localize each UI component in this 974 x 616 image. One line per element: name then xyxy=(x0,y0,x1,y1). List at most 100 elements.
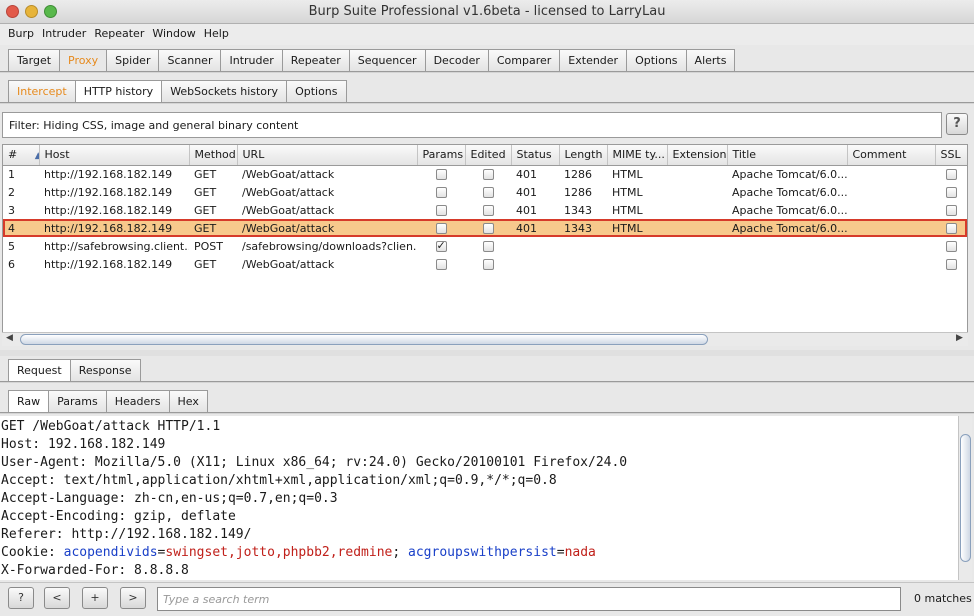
search-add-button[interactable]: + xyxy=(82,587,108,609)
menu-help[interactable]: Help xyxy=(200,24,233,45)
cell-status xyxy=(511,255,559,273)
checkbox[interactable] xyxy=(435,259,447,270)
col-extension[interactable]: Extension xyxy=(667,145,728,166)
col-status[interactable]: Status xyxy=(511,145,560,166)
col-comment[interactable]: Comment xyxy=(847,145,936,166)
tab-extender[interactable]: Extender xyxy=(559,49,628,72)
vertical-scrollbar[interactable] xyxy=(958,416,972,580)
checkbox[interactable] xyxy=(945,259,957,270)
cell-number: 5 xyxy=(8,239,15,253)
menu-intruder[interactable]: Intruder xyxy=(38,24,90,45)
tab-response[interactable]: Response xyxy=(69,359,141,382)
checkbox[interactable] xyxy=(435,205,447,216)
tab-sequencer[interactable]: Sequencer xyxy=(348,49,426,72)
horizontal-scroll-thumb[interactable] xyxy=(20,334,708,345)
checkbox[interactable] xyxy=(945,169,957,181)
checkbox[interactable] xyxy=(435,187,447,198)
col-url[interactable]: URL xyxy=(237,145,418,166)
tab-target[interactable]: Target xyxy=(8,49,61,72)
checkbox[interactable] xyxy=(482,241,494,252)
cookie-name: acgroupswithpersist xyxy=(408,545,557,560)
checkbox[interactable] xyxy=(482,223,494,234)
menu-bar: Burp Intruder Repeater Window Help xyxy=(0,24,974,45)
col-title[interactable]: Title xyxy=(727,145,848,166)
checkbox[interactable] xyxy=(945,241,957,252)
cell-status xyxy=(511,237,559,255)
filter-bar[interactable]: Filter: Hiding CSS, image and general bi… xyxy=(2,112,942,138)
horizontal-scrollbar[interactable]: ◀ ▶ xyxy=(2,332,968,346)
tab-raw[interactable]: Raw xyxy=(8,390,50,413)
tab-repeater[interactable]: Repeater xyxy=(281,49,350,72)
checkbox[interactable] xyxy=(435,223,447,234)
cell-ssl xyxy=(935,237,967,255)
col-method[interactable]: Method xyxy=(189,145,238,166)
search-next-button[interactable]: > xyxy=(120,587,146,609)
cell-number: 1 xyxy=(8,167,15,181)
table-row[interactable]: 2 http://192.168.182.149 GET/WebGoat/attac… xyxy=(3,183,967,201)
checkbox[interactable] xyxy=(945,223,957,234)
col-number[interactable]: # ▲ xyxy=(3,145,40,166)
tab-websockets-history[interactable]: WebSockets history xyxy=(161,80,288,103)
tab-options[interactable]: Options xyxy=(626,49,687,72)
tab-proxy[interactable]: Proxy xyxy=(59,49,108,72)
vertical-scroll-thumb[interactable] xyxy=(960,434,971,562)
filter-help-button[interactable]: ? xyxy=(946,113,968,135)
header-accept: Accept: text/html,application/xhtml+xml,… xyxy=(1,473,557,488)
search-previous-button[interactable]: < xyxy=(44,587,70,609)
checkbox[interactable] xyxy=(435,169,447,181)
search-help-button[interactable]: ? xyxy=(8,587,34,609)
tab-spider[interactable]: Spider xyxy=(106,49,160,72)
tab-params[interactable]: Params xyxy=(48,390,107,413)
checkbox[interactable] xyxy=(482,259,494,270)
cell-extension xyxy=(667,183,727,201)
cell-host: http://safebrowsing.client... xyxy=(44,239,189,253)
checkbox[interactable] xyxy=(482,169,494,181)
tab-hex[interactable]: Hex xyxy=(168,390,208,413)
tab-http-history[interactable]: HTTP history xyxy=(74,80,163,103)
checkbox[interactable] xyxy=(482,187,494,198)
table-row[interactable]: 5 http://safebrowsing.client... POST/safeb… xyxy=(3,237,967,255)
tab-alerts[interactable]: Alerts xyxy=(685,49,736,72)
scroll-left-icon[interactable]: ◀ xyxy=(6,333,13,343)
header-accept-language: Accept-Language: zh-cn,en-us;q=0.7,en;q=… xyxy=(1,491,338,506)
cell-ssl xyxy=(935,183,967,201)
tab-scanner[interactable]: Scanner xyxy=(158,49,222,72)
tab-intruder[interactable]: Intruder xyxy=(220,49,283,72)
col-params[interactable]: Params xyxy=(417,145,466,166)
cell-mime: HTML xyxy=(612,167,643,181)
tab-intercept[interactable]: Intercept xyxy=(8,80,76,103)
tab-comparer[interactable]: Comparer xyxy=(487,49,561,72)
table-row[interactable]: 6 http://192.168.182.149 GET/WebGoat/attac… xyxy=(3,255,967,273)
cell-status: 401 xyxy=(516,167,537,181)
menu-burp[interactable]: Burp xyxy=(4,24,38,45)
search-input[interactable]: Type a search term xyxy=(157,587,901,611)
tab-decoder[interactable]: Decoder xyxy=(424,49,489,72)
checkbox[interactable] xyxy=(945,187,957,198)
tab-proxy-options[interactable]: Options xyxy=(286,80,347,103)
menu-window[interactable]: Window xyxy=(148,24,199,45)
checkbox[interactable] xyxy=(435,239,447,252)
cell-host: http://192.168.182.149 xyxy=(44,257,173,271)
cell-params xyxy=(417,183,465,201)
menu-repeater[interactable]: Repeater xyxy=(90,24,148,45)
cell-status: 401 xyxy=(516,185,537,199)
cell-host: http://192.168.182.149 xyxy=(44,203,173,217)
checkbox[interactable] xyxy=(482,205,494,216)
col-mime[interactable]: MIME ty... xyxy=(607,145,668,166)
col-ssl[interactable]: SSL xyxy=(935,145,967,166)
split-pane-divider[interactable] xyxy=(0,350,974,356)
cell-mime xyxy=(607,237,667,255)
header-user-agent: User-Agent: Mozilla/5.0 (X11; Linux x86_… xyxy=(1,455,628,470)
tab-request[interactable]: Request xyxy=(8,359,71,382)
table-row[interactable]: 3 http://192.168.182.149 GET/WebGoat/attac… xyxy=(3,201,967,219)
col-edited[interactable]: Edited xyxy=(465,145,512,166)
request-editor[interactable]: GET /WebGoat/attack HTTP/1.1 Host: 192.1… xyxy=(0,416,958,580)
col-host[interactable]: Host xyxy=(39,145,190,166)
tab-headers[interactable]: Headers xyxy=(105,390,170,413)
checkbox[interactable] xyxy=(945,205,957,216)
col-length[interactable]: Length xyxy=(559,145,608,166)
table-row[interactable]: 4 http://192.168.182.149 GET/WebGoat/attac… xyxy=(3,219,967,237)
table-row[interactable]: 1 http://192.168.182.149 GET/WebGoat/attac… xyxy=(3,165,967,183)
scroll-right-icon[interactable]: ▶ xyxy=(956,333,963,343)
cell-comment xyxy=(847,183,935,201)
